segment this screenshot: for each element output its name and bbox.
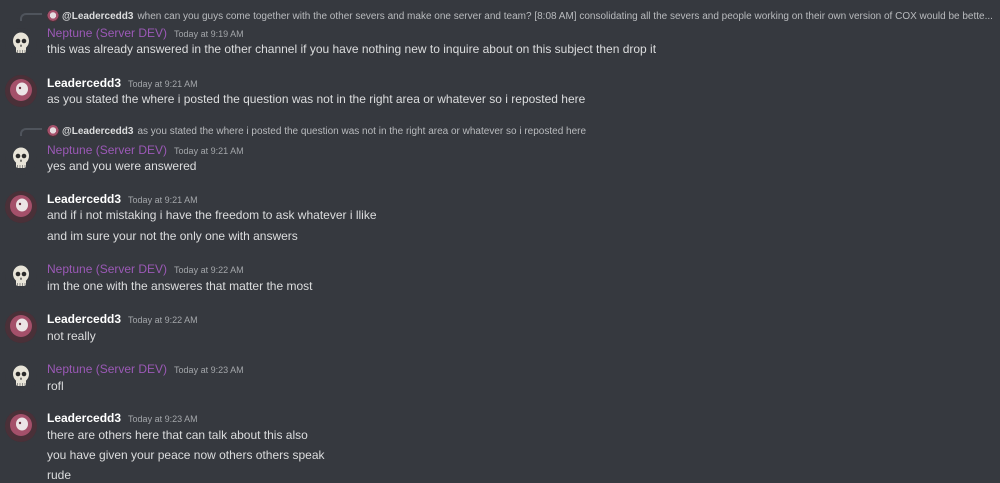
reply-connector	[20, 13, 42, 21]
timestamp[interactable]: Today at 9:21 AM	[128, 79, 198, 89]
message-text: as you stated the where i posted the que…	[47, 92, 586, 106]
author-name[interactable]: Leadercedd3	[47, 411, 121, 425]
reply-preview[interactable]: @Leadercedd3 when can you guys come toge…	[47, 8, 997, 24]
author-name[interactable]: Neptune (Server DEV)	[47, 262, 167, 276]
author-name[interactable]: Neptune (Server DEV)	[47, 26, 167, 40]
skull-avatar[interactable]	[5, 28, 37, 60]
message-text: you have given your peace now others oth…	[47, 448, 325, 462]
skull-avatar[interactable]	[5, 361, 37, 393]
message-text: and if i not mistaking i have the freedo…	[47, 208, 377, 222]
timestamp[interactable]: Today at 9:22 AM	[174, 265, 244, 275]
message-text: and im sure your not the only one with a…	[47, 229, 298, 243]
message-header: Neptune (Server DEV) Today at 9:23 AM	[47, 362, 244, 376]
timestamp[interactable]: Today at 9:21 AM	[128, 195, 198, 205]
author-name[interactable]: Neptune (Server DEV)	[47, 143, 167, 157]
leader-avatar[interactable]	[5, 410, 37, 442]
message-text: rude	[47, 468, 72, 482]
reply-author[interactable]: @Leadercedd3	[62, 11, 133, 22]
message-text: there are others here that can talk abou…	[47, 428, 308, 442]
author-name[interactable]: Leadercedd3	[47, 76, 121, 90]
message-text: im the one with the answeres that matter…	[47, 279, 313, 293]
author-name[interactable]: Leadercedd3	[47, 312, 121, 326]
message-text: this was already answered in the other c…	[47, 42, 657, 56]
timestamp[interactable]: Today at 9:23 AM	[128, 414, 198, 424]
leader-avatar[interactable]	[5, 75, 37, 107]
message-header: Leadercedd3 Today at 9:22 AM	[47, 312, 198, 326]
reply-avatar-icon	[47, 125, 59, 137]
message-header: Leadercedd3 Today at 9:21 AM	[47, 76, 198, 90]
message-header: Leadercedd3 Today at 9:23 AM	[47, 411, 198, 425]
reply-avatar-icon	[47, 10, 59, 22]
reply-author[interactable]: @Leadercedd3	[62, 126, 133, 137]
timestamp[interactable]: Today at 9:19 AM	[174, 29, 244, 39]
reply-text: as you stated the where i posted the que…	[137, 125, 587, 137]
timestamp[interactable]: Today at 9:21 AM	[174, 146, 244, 156]
leader-avatar[interactable]	[5, 191, 37, 223]
message-text: not really	[47, 329, 96, 343]
message-text: yes and you were answered	[47, 159, 197, 173]
message-header: Leadercedd3 Today at 9:21 AM	[47, 192, 198, 206]
reply-text: when can you guys come together with the…	[137, 10, 993, 22]
skull-avatar[interactable]	[5, 261, 37, 293]
timestamp[interactable]: Today at 9:22 AM	[128, 315, 198, 325]
message-text: rofl	[47, 379, 64, 393]
message-header: Neptune (Server DEV) Today at 9:21 AM	[47, 143, 244, 157]
message-header: Neptune (Server DEV) Today at 9:22 AM	[47, 262, 244, 276]
author-name[interactable]: Neptune (Server DEV)	[47, 362, 167, 376]
reply-preview[interactable]: @Leadercedd3 as you stated the where i p…	[47, 123, 997, 139]
reply-connector	[20, 128, 42, 136]
leader-avatar[interactable]	[5, 311, 37, 343]
skull-avatar[interactable]	[5, 143, 37, 175]
message-header: Neptune (Server DEV) Today at 9:19 AM	[47, 26, 244, 40]
timestamp[interactable]: Today at 9:23 AM	[174, 365, 244, 375]
author-name[interactable]: Leadercedd3	[47, 192, 121, 206]
